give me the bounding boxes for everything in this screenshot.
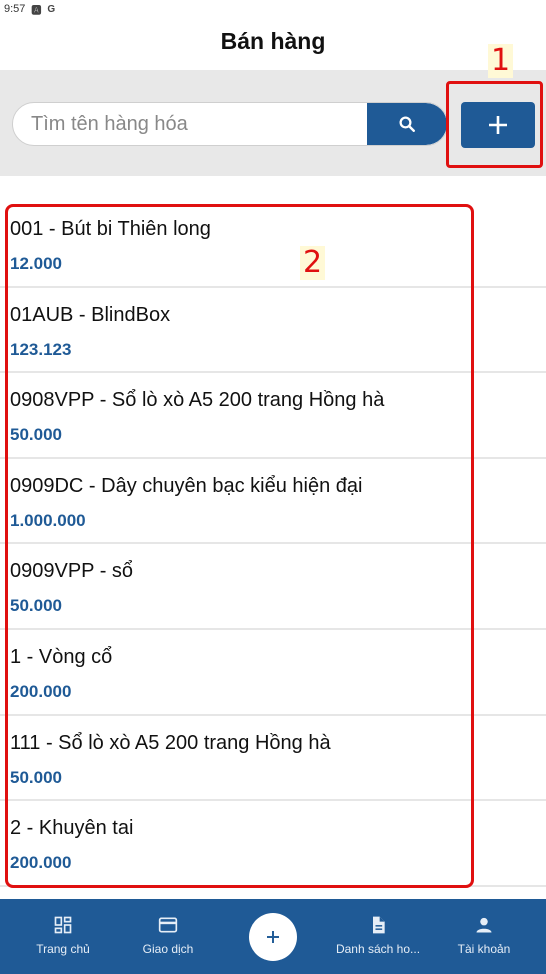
person-icon bbox=[476, 917, 492, 933]
dashboard-icon bbox=[54, 916, 72, 934]
nav-label: Tài khoản bbox=[457, 942, 511, 956]
status-time: 9:57 bbox=[4, 3, 26, 15]
search-input[interactable] bbox=[13, 103, 369, 145]
search-button[interactable] bbox=[367, 103, 447, 145]
nav-label: Trang chủ bbox=[36, 942, 90, 956]
annotation-label-2: 2 bbox=[300, 246, 326, 280]
page-title: Bán hàng bbox=[220, 28, 326, 54]
google-icon: G bbox=[47, 3, 56, 15]
nav-item-home[interactable]: Trang chủ bbox=[8, 899, 118, 974]
nav-item-transactions[interactable]: Giao dịch bbox=[113, 899, 223, 974]
nav-label: Giao dịch bbox=[142, 942, 194, 956]
search-icon bbox=[399, 116, 415, 132]
nav-item-invoice-list[interactable]: Danh sách ho... bbox=[323, 899, 433, 974]
nav-add-button[interactable] bbox=[249, 913, 297, 961]
nav-item-account[interactable]: Tài khoản bbox=[429, 899, 539, 974]
search-box bbox=[12, 102, 448, 146]
a-notification-icon: 🅰 bbox=[31, 5, 42, 17]
nav-label: Danh sách ho... bbox=[335, 942, 421, 956]
plus-icon bbox=[267, 931, 279, 943]
document-icon bbox=[373, 916, 385, 934]
annotation-label-1: 1 bbox=[488, 44, 514, 78]
credit-card-icon bbox=[158, 917, 178, 933]
annotation-box-2 bbox=[5, 204, 474, 888]
status-bar: 9:57 🅰 G bbox=[0, 0, 546, 18]
bottom-nav: Trang chủ Giao dịch Danh sách ho... Tài … bbox=[0, 899, 546, 974]
annotation-box-1 bbox=[446, 81, 543, 168]
